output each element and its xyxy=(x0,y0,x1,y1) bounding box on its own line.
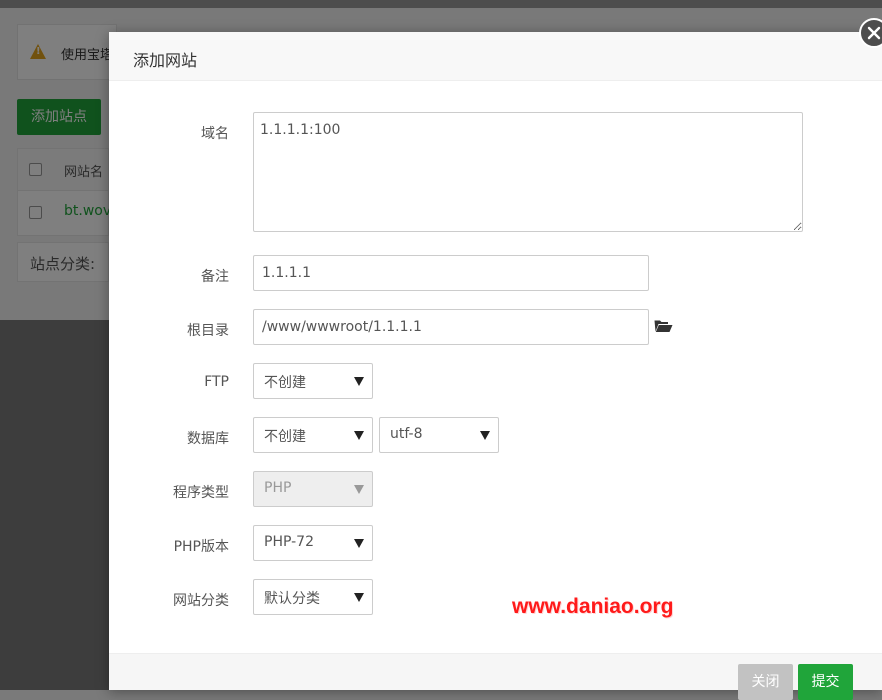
root-dir-input[interactable] xyxy=(253,309,649,345)
ftp-label: FTP xyxy=(204,374,229,390)
php-version-label: PHP版本 xyxy=(173,539,229,555)
php-version-value: PHP-72 xyxy=(264,534,314,550)
caret-down-icon xyxy=(354,593,364,602)
add-site-dialog: 添加网站 域名 1.1.1.1:100 备注 根目录 FTP 不创建 数据库 不… xyxy=(109,32,882,700)
ftp-value: 不创建 xyxy=(264,375,306,391)
watermark-text: www.daniao.org xyxy=(512,595,674,618)
caret-down-icon xyxy=(354,485,364,494)
dialog-header: 添加网站 xyxy=(109,32,882,81)
caret-down-icon xyxy=(354,377,364,386)
close-button[interactable] xyxy=(859,18,882,48)
caret-down-icon xyxy=(354,431,364,440)
close-icon xyxy=(867,26,881,40)
program-type-select: PHP xyxy=(253,471,373,507)
database-value: 不创建 xyxy=(264,429,306,445)
root-dir-label: 根目录 xyxy=(187,323,229,339)
php-version-select[interactable]: PHP-72 xyxy=(253,525,373,561)
ftp-select[interactable]: 不创建 xyxy=(253,363,373,399)
program-type-label: 程序类型 xyxy=(173,485,229,501)
remark-label: 备注 xyxy=(201,269,229,285)
caret-down-icon xyxy=(480,431,490,440)
database-select[interactable]: 不创建 xyxy=(253,417,373,453)
domain-label: 域名 xyxy=(201,126,229,142)
caret-down-icon xyxy=(354,539,364,548)
site-category-value: 默认分类 xyxy=(264,591,320,607)
site-category-label: 网站分类 xyxy=(173,593,229,609)
domain-textarea[interactable]: 1.1.1.1:100 xyxy=(253,112,803,232)
charset-select[interactable]: utf-8 xyxy=(379,417,499,453)
charset-value: utf-8 xyxy=(390,426,423,442)
close-dialog-button[interactable]: 关闭 xyxy=(738,664,793,700)
program-type-value: PHP xyxy=(264,480,292,496)
dialog-title: 添加网站 xyxy=(133,51,198,70)
database-label: 数据库 xyxy=(187,431,229,447)
folder-open-icon[interactable] xyxy=(654,319,673,333)
submit-button[interactable]: 提交 xyxy=(798,664,853,700)
site-category-select[interactable]: 默认分类 xyxy=(253,579,373,615)
remark-input[interactable] xyxy=(253,255,649,291)
